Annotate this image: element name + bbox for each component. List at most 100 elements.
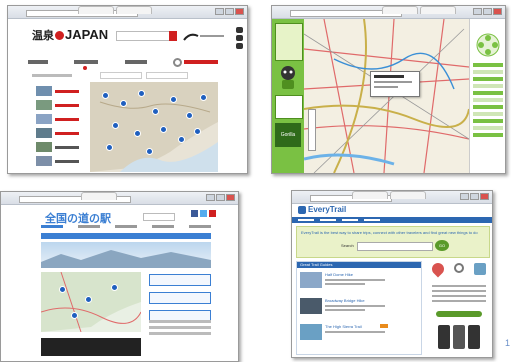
list-item[interactable]	[473, 84, 503, 88]
list-item[interactable]	[473, 77, 503, 81]
minimize-icon[interactable]	[206, 194, 215, 201]
minimize-icon[interactable]	[473, 8, 482, 15]
list-item[interactable]	[473, 70, 503, 74]
map-pin-icon[interactable]	[160, 126, 167, 133]
maximize-icon[interactable]	[470, 193, 479, 200]
browser-tab[interactable]	[78, 6, 114, 14]
station-map[interactable]	[41, 272, 141, 332]
nav-compass-icon[interactable]	[476, 33, 500, 57]
list-item[interactable]	[149, 326, 211, 329]
minimize-icon[interactable]	[215, 8, 224, 15]
browser-tab[interactable]	[352, 191, 388, 199]
nav-item[interactable]	[342, 219, 358, 221]
list-item[interactable]	[473, 126, 503, 130]
list-item[interactable]	[473, 133, 503, 137]
list-item[interactable]	[149, 320, 211, 323]
nav-item-map[interactable]	[74, 60, 99, 70]
list-item[interactable]	[473, 105, 503, 109]
map-pin-icon[interactable]	[146, 148, 153, 155]
nav-item[interactable]	[364, 219, 380, 221]
list-item[interactable]: Broadway Bridge Hike	[300, 298, 418, 318]
map-pin-icon[interactable]	[112, 122, 119, 129]
onsen-map[interactable]	[90, 82, 218, 172]
signup-button[interactable]	[436, 311, 482, 317]
map-pin-icon[interactable]	[170, 96, 177, 103]
map-pin-icon[interactable]	[200, 94, 207, 101]
list-item[interactable]	[36, 114, 86, 124]
list-item[interactable]: Half Dome Hike	[300, 272, 418, 292]
list-item[interactable]	[36, 156, 86, 166]
map-pin-icon[interactable]	[186, 112, 193, 119]
search-input[interactable]	[116, 31, 170, 41]
site-logo[interactable]: 全国の道の駅	[45, 210, 111, 226]
share-icon[interactable]	[474, 263, 486, 275]
map-pin-icon[interactable]	[134, 130, 141, 137]
onsen-writer-banner[interactable]	[172, 57, 218, 67]
list-item[interactable]	[473, 98, 503, 102]
maximize-icon[interactable]	[225, 8, 234, 15]
info-popup[interactable]	[370, 71, 420, 97]
list-item[interactable]: The High Sierra Trail	[300, 324, 418, 344]
rss-icon[interactable]	[236, 43, 243, 49]
search-by-area-button[interactable]	[149, 274, 211, 286]
maximize-icon[interactable]	[216, 194, 225, 201]
nav-item-blog[interactable]	[124, 60, 147, 64]
go-button[interactable]: GO	[435, 240, 449, 251]
facebook-icon[interactable]	[191, 210, 198, 217]
map-pin-icon[interactable]	[106, 144, 113, 151]
search-button[interactable]	[169, 31, 177, 41]
close-icon[interactable]	[226, 194, 235, 201]
close-icon[interactable]	[480, 193, 489, 200]
nav-item-top[interactable]	[28, 60, 48, 64]
magnifier-icon[interactable]	[454, 263, 464, 273]
nav-item[interactable]	[152, 225, 174, 228]
map-pin-icon[interactable]	[111, 284, 118, 291]
mobile-app-promo[interactable]	[436, 325, 482, 351]
nav-item[interactable]	[115, 225, 137, 228]
browser-tab[interactable]	[390, 191, 426, 199]
twitter-icon[interactable]	[236, 35, 243, 41]
list-item[interactable]	[473, 112, 503, 116]
browser-tab[interactable]	[420, 6, 456, 14]
map-pin-icon[interactable]	[178, 136, 185, 143]
nav-item[interactable]	[320, 219, 336, 221]
gorilla-banner[interactable]: Gorilla	[275, 123, 301, 147]
list-item[interactable]	[36, 86, 86, 96]
filter-button[interactable]	[146, 72, 188, 79]
map-marker-icon[interactable]	[429, 260, 447, 278]
facebook-icon[interactable]	[236, 27, 243, 33]
nav-item[interactable]	[78, 225, 100, 228]
list-item[interactable]	[36, 142, 86, 152]
list-item[interactable]	[36, 100, 86, 110]
nav-item[interactable]	[189, 225, 211, 228]
close-icon[interactable]	[235, 8, 244, 15]
minimize-icon[interactable]	[460, 193, 469, 200]
sidebar-banner[interactable]	[275, 23, 303, 61]
search-input[interactable]	[357, 242, 433, 251]
close-icon[interactable]	[493, 8, 502, 15]
header-search-input[interactable]	[143, 213, 175, 221]
list-item[interactable]	[473, 91, 503, 95]
map-pin-icon[interactable]	[59, 286, 66, 293]
map-pin-icon[interactable]	[152, 108, 159, 115]
nav-item[interactable]	[298, 219, 314, 221]
map-pin-icon[interactable]	[194, 128, 201, 135]
list-item[interactable]	[473, 63, 503, 67]
nav-item[interactable]	[41, 225, 63, 228]
sidebar-ad[interactable]	[275, 95, 303, 119]
map-pin-icon[interactable]	[138, 90, 145, 97]
browser-tab[interactable]	[116, 6, 152, 14]
campaign-banner[interactable]	[182, 29, 226, 41]
map-pin-icon[interactable]	[120, 100, 127, 107]
map-pin-icon[interactable]	[85, 296, 92, 303]
youtube-icon[interactable]	[209, 210, 216, 217]
filter-button[interactable]	[100, 72, 142, 79]
map-pin-icon[interactable]	[71, 312, 78, 319]
browser-tab[interactable]	[81, 192, 117, 200]
route-map[interactable]	[304, 19, 469, 173]
list-item[interactable]	[36, 128, 86, 138]
list-item[interactable]	[473, 119, 503, 123]
twitter-icon[interactable]	[200, 210, 207, 217]
zoom-control[interactable]	[308, 109, 316, 151]
site-logo[interactable]: 温泉 JAPAN	[32, 27, 108, 43]
